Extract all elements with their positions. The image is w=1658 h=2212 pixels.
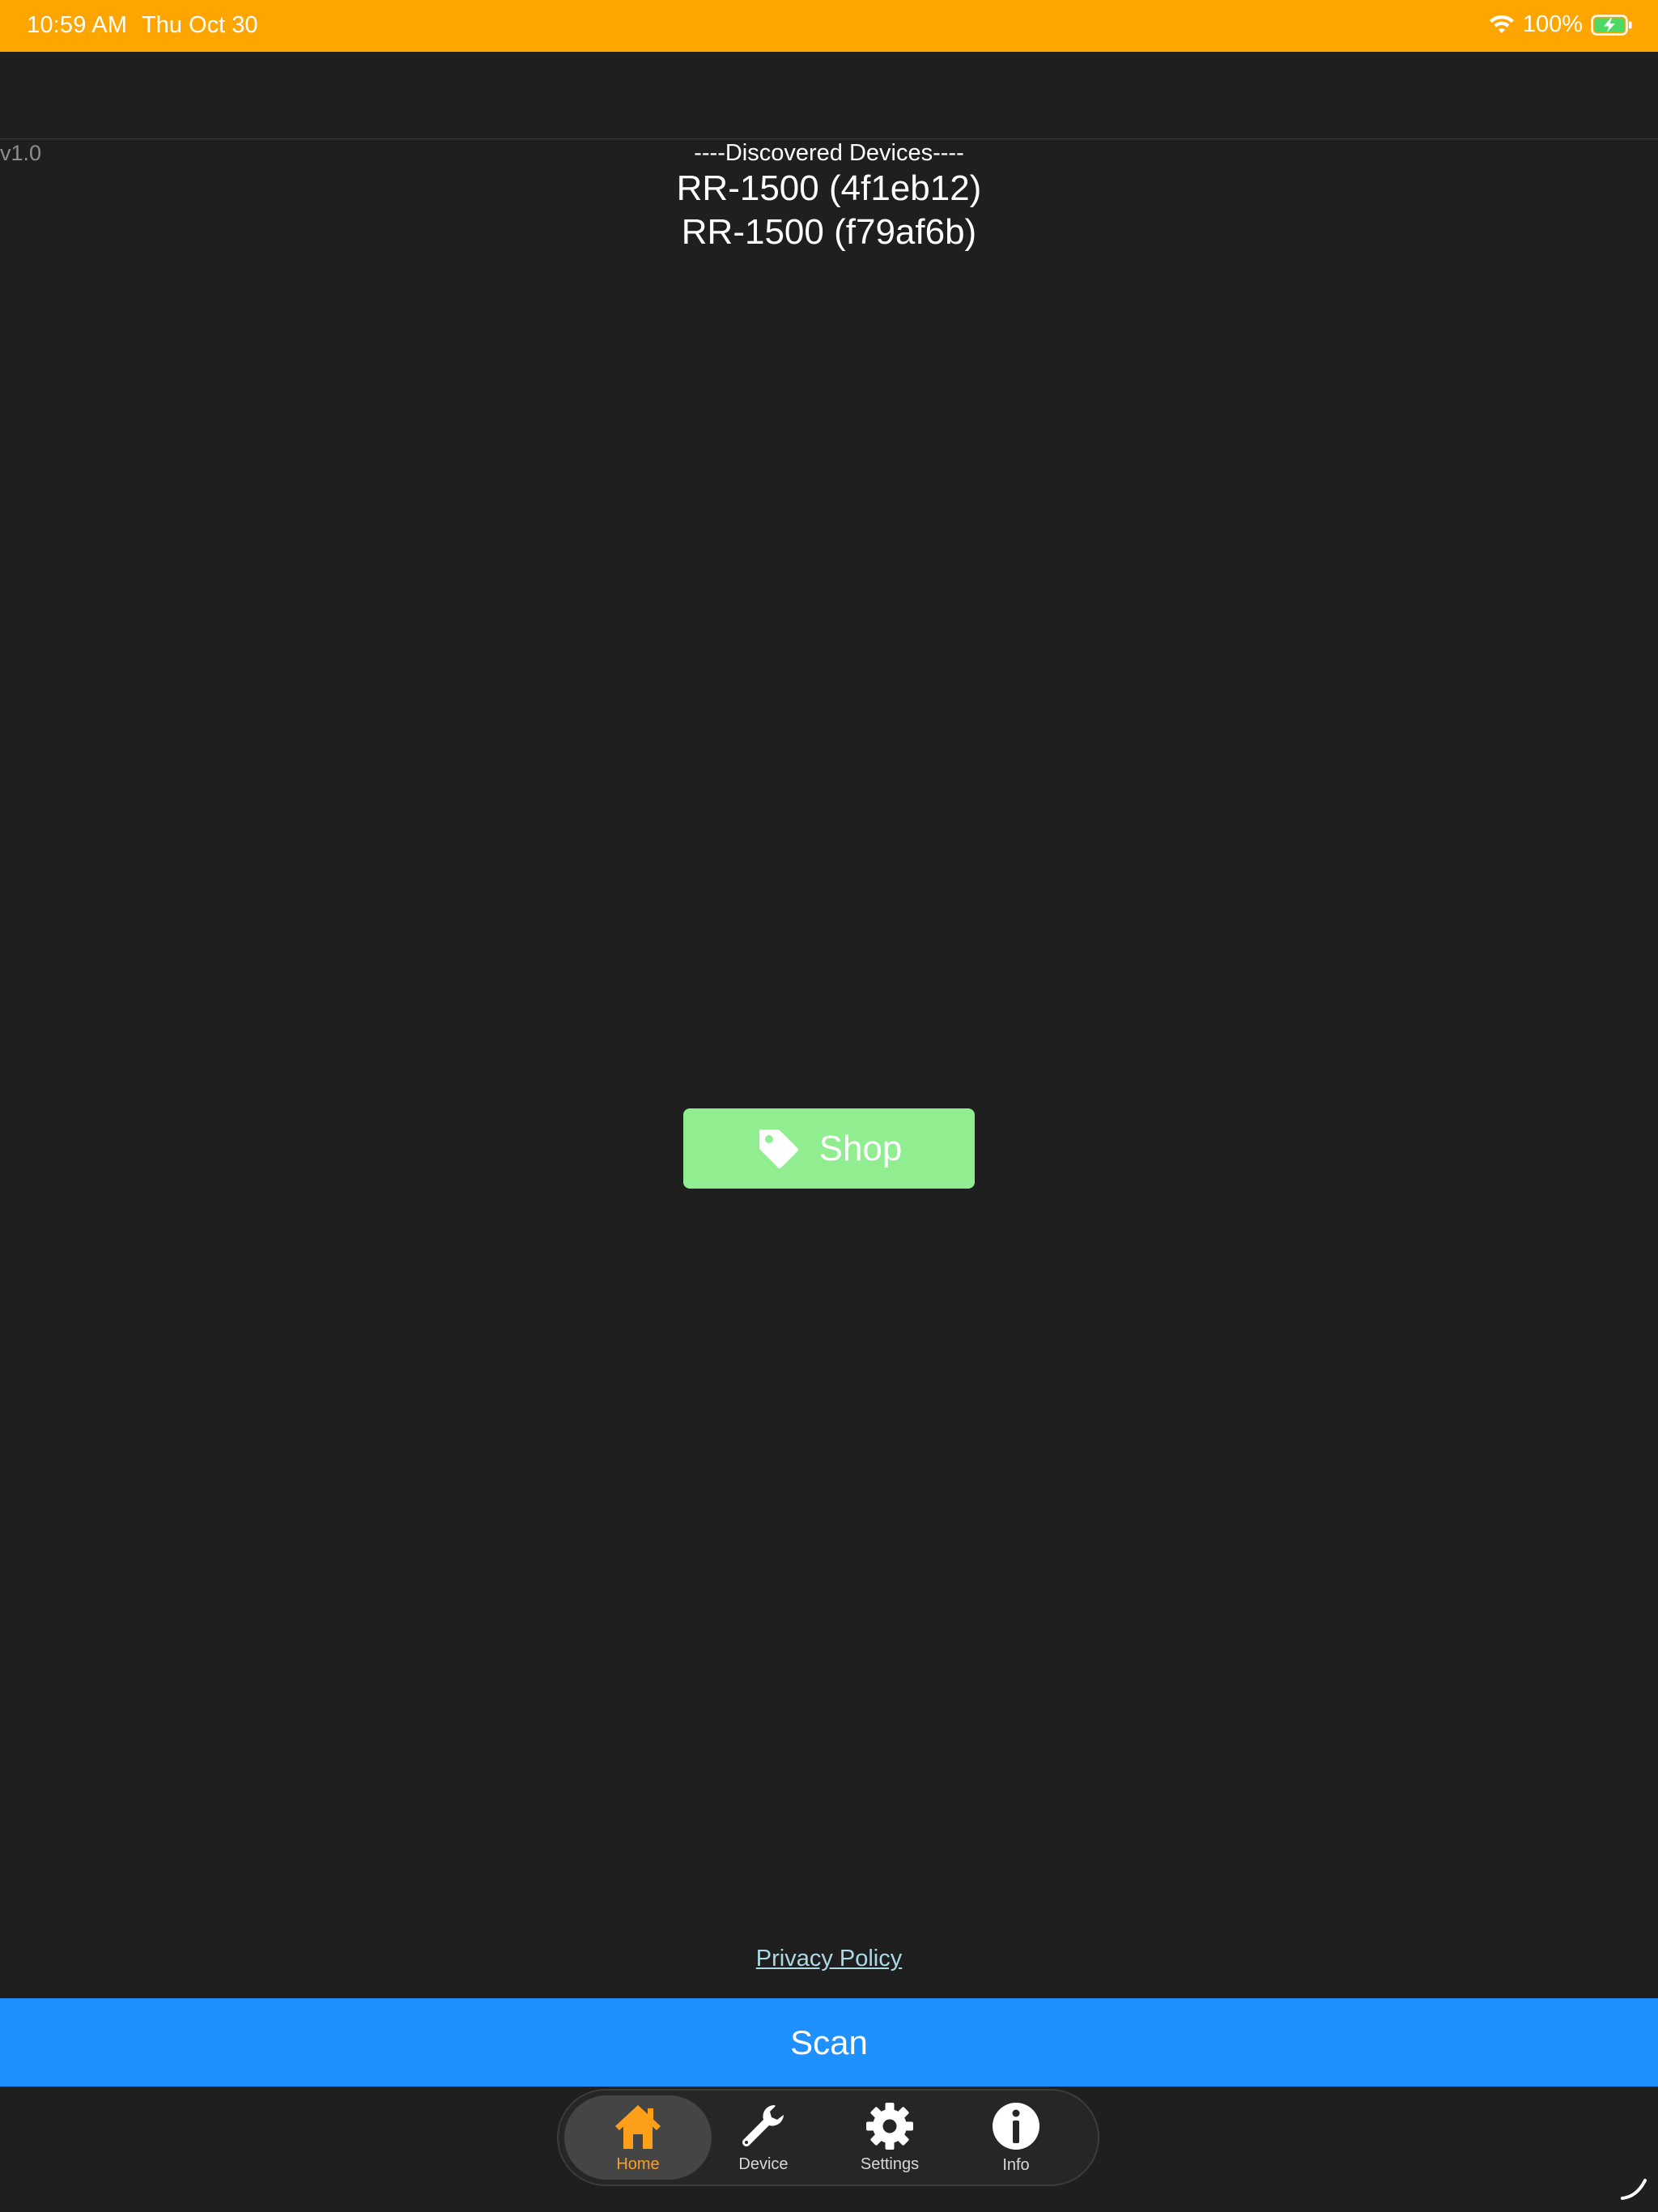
tab-device-label: Device (738, 2155, 789, 2173)
scan-button-label: Scan (790, 2023, 868, 2061)
shop-button-label: Shop (818, 1128, 903, 1168)
battery-percent: 100% (1522, 11, 1583, 37)
status-date: Thu Oct 30 (142, 12, 258, 38)
shop-button[interactable]: Shop (683, 1108, 975, 1189)
corner-indicator (1621, 2177, 1648, 2204)
tab-device[interactable]: Device (690, 2095, 837, 2180)
scan-button[interactable]: Scan (0, 1998, 1658, 2087)
tab-settings[interactable]: Settings (816, 2095, 963, 2180)
privacy-policy-link[interactable]: Privacy Policy (756, 1946, 903, 1972)
battery-charging-icon (1591, 14, 1633, 36)
tab-settings-label: Settings (860, 2155, 920, 2173)
info-icon (991, 2101, 1041, 2156)
tab-info[interactable]: Info (942, 2095, 1090, 2180)
tab-home-label: Home (616, 2155, 660, 2173)
devices-header: ----Discovered Devices---- (694, 140, 964, 166)
wrench-icon (738, 2102, 789, 2155)
wifi-icon (1489, 15, 1515, 35)
tab-info-label: Info (1002, 2155, 1030, 2174)
tag-icon (756, 1126, 801, 1172)
device-item[interactable]: RR-1500 (4f1eb12) (0, 167, 1658, 211)
navigation-bar (0, 52, 1658, 139)
device-item[interactable]: RR-1500 (f79af6b) (0, 211, 1658, 254)
privacy-policy-container: Privacy Policy (0, 1946, 1658, 1972)
tab-bar: Home Device Settings Info (557, 2089, 1099, 2186)
gear-icon (865, 2102, 915, 2155)
status-bar: 10:59 AM Thu Oct 30 100% (0, 0, 1658, 52)
app-screen: 10:59 AM Thu Oct 30 100% v1.0 ----Discov… (0, 0, 1658, 2212)
discovered-devices-list: ----Discovered Devices---- RR-1500 (4f1e… (0, 139, 1658, 254)
status-time: 10:59 AM (27, 12, 128, 38)
status-indicators: 100% (1489, 11, 1633, 38)
home-icon (612, 2102, 664, 2155)
